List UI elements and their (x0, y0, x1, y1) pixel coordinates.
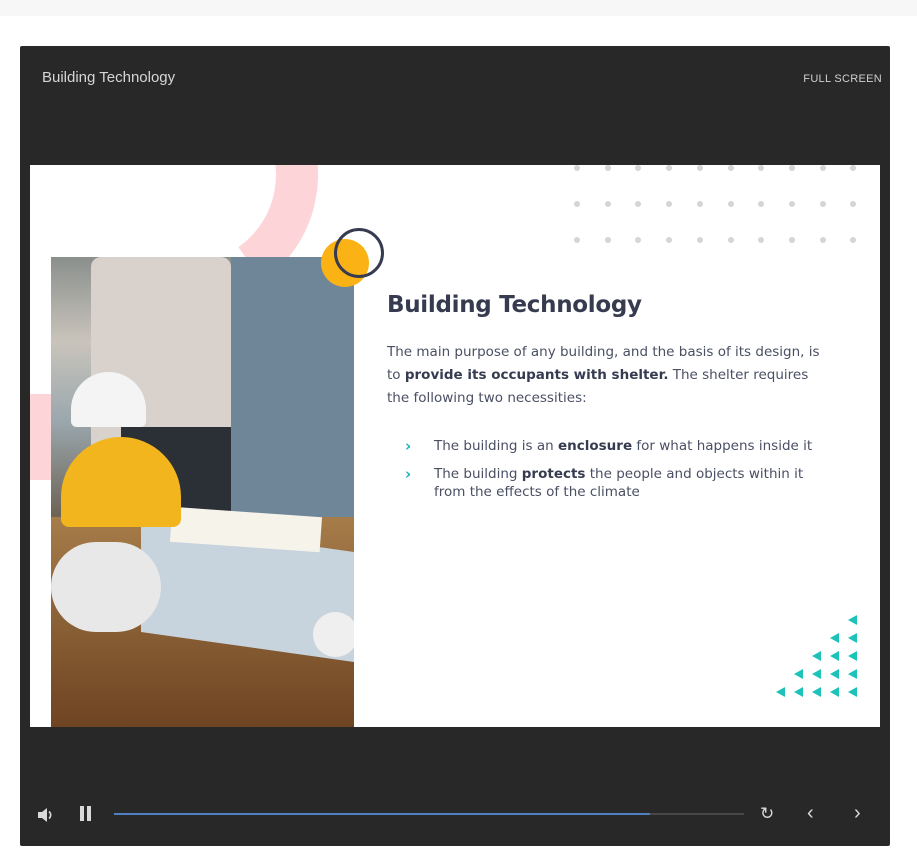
photo-paper-roll-end (313, 612, 354, 657)
fullscreen-button[interactable]: FULL SCREEN (803, 73, 882, 85)
decorative-triangle (830, 687, 839, 697)
decorative-triangle (848, 615, 857, 625)
body-text-bold: provide its occupants with shelter. (404, 367, 669, 383)
pause-icon[interactable] (80, 806, 94, 822)
progress-bar[interactable] (114, 813, 744, 815)
decorative-dot (635, 165, 642, 171)
decorative-dot (574, 201, 580, 207)
decorative-dot (758, 237, 765, 243)
construction-photo (51, 257, 354, 727)
decorative-triangle-pattern (770, 615, 870, 715)
decorative-triangle (812, 687, 821, 697)
decorative-triangle (848, 687, 857, 697)
decorative-triangle (848, 651, 857, 661)
bullet-text-pre: The building is an (434, 438, 558, 454)
chevron-right-icon: › (405, 465, 412, 483)
decorative-triangle (812, 669, 821, 679)
decorative-dot (666, 165, 673, 171)
player-controls: ↻ ‹ › (20, 798, 890, 838)
presentation-player: Building Technology FULL SCREEN Building… (20, 46, 890, 846)
decorative-dot (604, 237, 611, 243)
decorative-dot (788, 237, 795, 243)
decorative-triangle (848, 669, 857, 679)
decorative-dot (850, 237, 857, 243)
list-item: › The building protects the people and o… (405, 465, 825, 501)
speaker-icon[interactable] (36, 805, 56, 825)
bullet-text-post: for what happens inside it (632, 438, 813, 454)
decorative-navy-ring (334, 228, 384, 278)
decorative-dot (727, 165, 734, 171)
slide: Building Technology The main purpose of … (30, 165, 880, 727)
decorative-dot (727, 201, 734, 207)
decorative-dot (666, 201, 673, 207)
decorative-dot (727, 237, 734, 243)
decorative-triangle (794, 669, 803, 679)
decorative-triangle (830, 633, 839, 643)
decorative-dot (574, 165, 580, 171)
decorative-dot (696, 165, 703, 171)
decorative-triangle (848, 633, 857, 643)
decorative-dot (574, 237, 580, 243)
decorative-triangle (812, 651, 821, 661)
decorative-dot (850, 165, 857, 171)
decorative-dot (819, 165, 826, 171)
decorative-dot (819, 237, 826, 243)
decorative-dot (758, 201, 765, 207)
chevron-left-icon[interactable]: ‹ (807, 803, 821, 823)
bullet-text-pre: The building (434, 466, 522, 482)
page-top-band (0, 0, 917, 16)
bullet-text-bold: protects (521, 466, 586, 482)
bullet-text-bold: enclosure (557, 438, 633, 454)
replay-icon[interactable]: ↻ (760, 805, 778, 823)
chevron-right-icon: › (405, 437, 412, 455)
decorative-dot (635, 201, 642, 207)
photo-person-right (231, 257, 354, 517)
progress-fill (114, 813, 650, 815)
decorative-dot (758, 165, 765, 171)
list-item: › The building is an enclosure for what … (405, 437, 825, 455)
decorative-dot (788, 165, 795, 171)
decorative-dot (819, 201, 826, 207)
decorative-dot (604, 201, 611, 207)
photo-paper-roll (51, 542, 161, 632)
slide-title: Building Technology (387, 292, 642, 318)
chevron-right-icon[interactable]: › (854, 803, 868, 823)
decorative-triangle (794, 687, 803, 697)
decorative-triangle (830, 651, 839, 661)
decorative-triangle (830, 669, 839, 679)
decorative-triangle (776, 687, 785, 697)
bullet-list: › The building is an enclosure for what … (405, 437, 825, 511)
decorative-dot-grid (574, 165, 864, 245)
decorative-dot (850, 201, 857, 207)
decorative-dot (696, 237, 703, 243)
decorative-dot (696, 201, 703, 207)
player-title: Building Technology (42, 69, 176, 86)
decorative-dot (666, 237, 673, 243)
decorative-pink-bar (30, 394, 52, 480)
decorative-dot (635, 237, 642, 243)
slide-body-text: The main purpose of any building, and th… (387, 341, 827, 410)
decorative-dot (788, 201, 795, 207)
decorative-dot (604, 165, 611, 171)
